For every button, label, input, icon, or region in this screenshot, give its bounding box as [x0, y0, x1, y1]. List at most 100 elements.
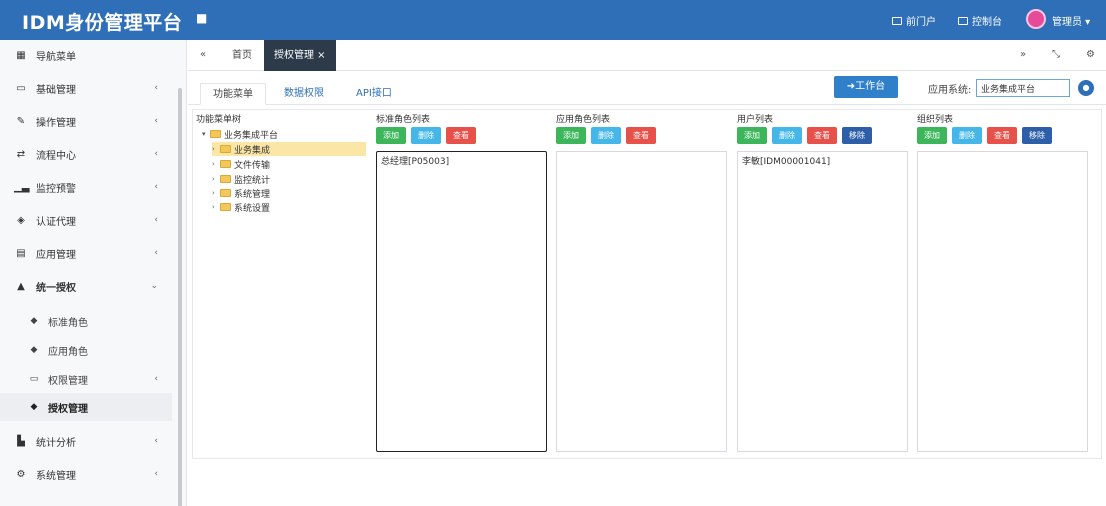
- sidebar-item-apps[interactable]: ▤ 应用管理 ‹: [0, 238, 172, 268]
- sidebar-item-label: 应用管理: [36, 249, 76, 261]
- sidebar-item-basic[interactable]: ▭ 基础管理 ‹: [0, 73, 172, 103]
- sidebar-item-unified-auth[interactable]: ▲ 统一授权 ⌄: [0, 271, 172, 301]
- caret-down-icon: ▾: [202, 130, 206, 138]
- standard-roles-list[interactable]: 总经理[P05003]: [376, 151, 547, 452]
- portal-link[interactable]: 前门户: [892, 13, 936, 28]
- sidebar-item-auth-proxy[interactable]: ◈ 认证代理 ‹: [0, 205, 172, 235]
- menu-icon[interactable]: ■: [196, 11, 207, 25]
- search-icon[interactable]: ●: [1078, 80, 1094, 96]
- tabs-forward-icon[interactable]: »: [1020, 49, 1026, 60]
- add-user-button[interactable]: 添加: [737, 127, 767, 144]
- tree-root[interactable]: ▾ 业务集成平台: [202, 127, 278, 141]
- sidebar-item-monitoring[interactable]: ▁▃ 监控预警 ‹: [0, 172, 172, 202]
- add-organization-button[interactable]: 添加: [917, 127, 947, 144]
- folder-icon: [220, 145, 231, 153]
- caret-right-icon: ›: [212, 203, 215, 211]
- add-app-role-button[interactable]: 添加: [556, 127, 586, 144]
- sidebar-item-label: 流程中心: [36, 150, 76, 162]
- tree-node[interactable]: › 文件传输: [212, 157, 270, 171]
- portal-link-label: 前门户: [906, 17, 936, 28]
- sidebar-item-operations[interactable]: ✎ 操作管理 ‹: [0, 106, 172, 136]
- sidebar-item-label: 操作管理: [36, 117, 76, 129]
- list-item[interactable]: 总经理[P05003]: [381, 154, 449, 167]
- chevron-down-icon: ⌄: [150, 281, 158, 291]
- add-standard-role-button[interactable]: 添加: [376, 127, 406, 144]
- tag-icon: ◆: [30, 316, 38, 326]
- tab-bar: « 首页 授权管理 × » ⤡ ⚙: [188, 40, 1106, 71]
- sidebar-item-label: 标准角色: [48, 317, 88, 329]
- sidebar-subitem-authorization[interactable]: ◆ 授权管理: [0, 393, 172, 421]
- remove-organization-button[interactable]: 移除: [1022, 127, 1052, 144]
- sidebar-scrollbar[interactable]: [178, 88, 182, 506]
- tab-function-menu[interactable]: 功能菜单: [200, 83, 266, 105]
- fullscreen-icon[interactable]: ⤡: [1052, 49, 1060, 60]
- view-standard-role-button[interactable]: 查看: [446, 127, 476, 144]
- sidebar-subitem-app-roles[interactable]: ◆ 应用角色: [0, 336, 172, 364]
- chevron-left-icon: ‹: [154, 374, 158, 384]
- tree-node-label: 系统设置: [234, 203, 271, 214]
- workbench-button[interactable]: ➜工作台: [834, 76, 898, 98]
- caret-right-icon: ›: [212, 189, 215, 197]
- tab-api[interactable]: API接口: [344, 83, 404, 105]
- list-item[interactable]: 李敏[IDM00001041]: [742, 154, 830, 167]
- chevron-left-icon: ‹: [154, 436, 158, 446]
- user-menu[interactable]: 管理员 ▾: [1052, 13, 1090, 28]
- remove-user-button[interactable]: 移除: [842, 127, 872, 144]
- caret-right-icon: ›: [212, 175, 215, 183]
- subtab-bar: 功能菜单 数据权限 API接口 ➜工作台 应用系统: ●: [188, 71, 1106, 105]
- sidebar: ▦ 导航菜单 ▭ 基础管理 ‹ ✎ 操作管理 ‹ ⇄ 流程中心 ‹ ▁▃ 监控预…: [0, 40, 187, 506]
- tree-node-selected[interactable]: › 业务集成: [212, 142, 366, 156]
- sidebar-item-nav-menu[interactable]: ▦ 导航菜单: [0, 40, 172, 70]
- sidebar-item-flow-center[interactable]: ⇄ 流程中心 ‹: [0, 139, 172, 169]
- monitor-icon: [958, 16, 968, 25]
- chart-icon: ▁▃: [14, 181, 30, 193]
- chevron-left-icon: ‹: [154, 248, 158, 258]
- sidebar-subitem-standard-roles[interactable]: ◆ 标准角色: [0, 307, 172, 335]
- app-system-input[interactable]: [976, 79, 1070, 97]
- delete-user-button[interactable]: 删除: [772, 127, 802, 144]
- portal-icon: [892, 16, 902, 25]
- settings-icon[interactable]: ⚙: [1086, 49, 1095, 60]
- folder-icon: [220, 175, 231, 183]
- view-organization-button[interactable]: 查看: [987, 127, 1017, 144]
- delete-standard-role-button[interactable]: 删除: [411, 127, 441, 144]
- tab-home[interactable]: 首页: [222, 40, 262, 71]
- chevron-left-icon: ‹: [154, 182, 158, 192]
- chevron-left-icon: ‹: [154, 149, 158, 159]
- app-icon: ▤: [16, 247, 26, 259]
- sidebar-subitem-permissions[interactable]: ▭ 权限管理 ‹: [0, 365, 172, 393]
- view-user-button[interactable]: 查看: [807, 127, 837, 144]
- chevron-left-icon: ‹: [154, 215, 158, 225]
- app-roles-list[interactable]: [556, 151, 727, 452]
- sidebar-item-system[interactable]: ⚙ 系统管理 ‹: [0, 459, 172, 489]
- tab-data-permissions[interactable]: 数据权限: [272, 83, 336, 105]
- avatar[interactable]: [1026, 9, 1046, 29]
- organizations-list[interactable]: [917, 151, 1088, 452]
- sidebar-item-label: 应用角色: [48, 346, 88, 358]
- sidebar-item-label: 系统管理: [36, 470, 76, 482]
- sidebar-item-label: 认证代理: [36, 216, 76, 228]
- console-link[interactable]: 控制台: [958, 13, 1002, 28]
- standard-roles-title: 标准角色列表: [376, 115, 431, 125]
- sidebar-item-label: 监控预警: [36, 183, 76, 195]
- tab-authorization[interactable]: 授权管理 ×: [264, 40, 336, 71]
- bar-chart-icon: ▙: [17, 435, 25, 447]
- delete-organization-button[interactable]: 删除: [952, 127, 982, 144]
- users-list[interactable]: 李敏[IDM00001041]: [737, 151, 908, 452]
- sidebar-item-label: 统一授权: [36, 282, 76, 294]
- sidebar-item-statistics[interactable]: ▙ 统计分析 ‹: [0, 426, 172, 456]
- chevron-left-icon: ‹: [154, 469, 158, 479]
- chevron-left-icon: ‹: [154, 116, 158, 126]
- users-title: 用户列表: [737, 115, 774, 125]
- tabs-back-icon[interactable]: «: [200, 49, 206, 60]
- tree-node[interactable]: › 监控统计: [212, 172, 270, 186]
- chevron-left-icon: ‹: [154, 83, 158, 93]
- tree-node[interactable]: › 系统管理: [212, 186, 270, 200]
- view-app-role-button[interactable]: 查看: [626, 127, 656, 144]
- card-icon: ▭: [16, 82, 26, 94]
- tree-node[interactable]: › 系统设置: [212, 200, 270, 214]
- folder-icon: [220, 160, 231, 168]
- delete-app-role-button[interactable]: 删除: [591, 127, 621, 144]
- caret-right-icon: ›: [212, 145, 215, 153]
- organizations-title: 组织列表: [917, 115, 954, 125]
